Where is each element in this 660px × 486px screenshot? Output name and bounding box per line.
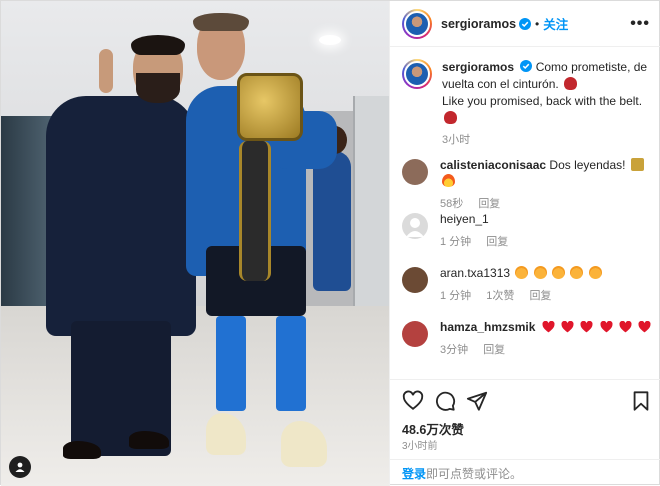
- right-shoe: [129, 431, 169, 449]
- door: [353, 96, 389, 331]
- bookmark-icon[interactable]: [630, 390, 652, 412]
- trophy-emoji-icon: [630, 158, 644, 171]
- championship-belt-plate: [237, 73, 303, 141]
- rose-emoji-icon: [444, 111, 457, 124]
- suit-man-beard: [136, 73, 180, 103]
- comment-icon[interactable]: [434, 390, 456, 412]
- commenter-username[interactable]: hamza_hmzsmik: [440, 320, 535, 334]
- comment-body: calisteniaconisaac Dos leyendas! 58秒 回复: [440, 157, 652, 212]
- red-heart-emoji-icon: [600, 321, 613, 333]
- user-tag-glyph: [15, 462, 25, 472]
- action-bar: [390, 379, 660, 419]
- comment-body: hamza_hmzsmik 3分钟 回复: [440, 319, 651, 358]
- rose-emoji-icon: [564, 77, 578, 90]
- raised-finger-hand: [99, 49, 113, 93]
- commenter-avatar[interactable]: [402, 159, 428, 185]
- verified-badge-icon: [519, 17, 532, 30]
- verified-badge-icon: [520, 60, 533, 72]
- suit-man-hair: [131, 35, 185, 55]
- comment-line: hamza_hmzsmik: [440, 319, 651, 335]
- footballer-hair: [193, 13, 249, 31]
- caption-line: sergioramos Como prometiste, de vuelta c…: [442, 59, 652, 93]
- more-options-icon[interactable]: •••: [630, 15, 650, 33]
- commenter-avatar[interactable]: [402, 321, 428, 347]
- login-prompt: 登录 即可点赞或评论。: [390, 459, 660, 486]
- share-icon[interactable]: [466, 390, 488, 412]
- reply-button[interactable]: 回复: [483, 344, 505, 356]
- star-struck-emoji-icon: [552, 266, 566, 279]
- comment-time[interactable]: 3分钟: [440, 344, 468, 356]
- comment-line: aran.txa1313: [440, 265, 602, 281]
- background-player: [313, 151, 351, 291]
- comment-likes[interactable]: 1次赞: [486, 290, 514, 302]
- star-struck-emoji-icon: [588, 266, 602, 279]
- comment-meta: 3分钟 回复: [440, 342, 651, 358]
- star-struck-emoji-icon: [515, 266, 529, 279]
- commenter-username[interactable]: heiyen_1: [440, 212, 489, 226]
- likes-count[interactable]: 48.6万次赞: [402, 419, 464, 438]
- commenter-username[interactable]: calisteniaconisaac: [440, 158, 546, 172]
- reply-button[interactable]: 回复: [529, 290, 551, 302]
- comment-item: aran.txa1313 1 分钟 1次赞 回复: [402, 265, 652, 304]
- comment-time[interactable]: 1 分钟: [440, 290, 471, 302]
- post-photo[interactable]: [1, 1, 389, 486]
- heart-icon[interactable]: [402, 390, 424, 412]
- red-heart-emoji-icon: [542, 321, 555, 333]
- default-avatar-icon: [406, 218, 424, 237]
- caption-time[interactable]: 3小时: [442, 132, 652, 149]
- commenter-username[interactable]: aran.txa1313: [440, 266, 510, 280]
- caption-english-line: Like you promised, back with the belt.: [442, 93, 652, 127]
- comment-time[interactable]: 1 分钟: [440, 236, 471, 248]
- caption-username[interactable]: sergioramos: [442, 60, 514, 74]
- login-link[interactable]: 登录: [402, 465, 426, 482]
- red-heart-emoji-icon: [638, 321, 651, 333]
- left-sock: [216, 316, 246, 411]
- caption-avatar[interactable]: [402, 59, 432, 89]
- comment-meta: 58秒 回复: [440, 196, 652, 212]
- commenter-avatar[interactable]: [402, 267, 428, 293]
- user-tag-icon[interactable]: [9, 456, 31, 478]
- red-heart-emoji-icon: [561, 321, 574, 333]
- red-heart-emoji-icon: [580, 321, 593, 333]
- post-time[interactable]: 3小时前: [402, 437, 438, 452]
- reply-button[interactable]: 回复: [478, 198, 500, 210]
- comment-line: calisteniaconisaac Dos leyendas!: [440, 157, 652, 189]
- author-username[interactable]: sergioramos: [441, 17, 516, 31]
- author-avatar[interactable]: [402, 8, 432, 39]
- comment-text: Dos leyendas!: [549, 158, 626, 172]
- comment-body: aran.txa1313 1 分钟 1次赞 回复: [440, 265, 602, 304]
- left-shoe: [63, 441, 101, 459]
- follow-button[interactable]: 关注: [543, 14, 568, 33]
- post-details-panel: sergioramos • 关注 ••• sergioramos Como pr…: [389, 1, 660, 486]
- caption-english: Like you promised, back with the belt.: [442, 94, 643, 108]
- header-separator: •: [535, 16, 540, 31]
- instagram-post: sergioramos • 关注 ••• sergioramos Como pr…: [0, 0, 660, 486]
- star-struck-emoji-icon: [533, 266, 547, 279]
- comment-item: hamza_hmzsmik 3分钟 回复: [402, 319, 652, 358]
- comment-time[interactable]: 58秒: [440, 198, 463, 210]
- belt-strap: [239, 141, 271, 281]
- login-suffix: 即可点赞或评论。: [426, 466, 523, 481]
- comment-body: heiyen_1 1 分钟 回复: [440, 211, 520, 250]
- fire-emoji-icon: [442, 174, 455, 187]
- man-in-suit: [46, 96, 196, 336]
- comment-item: heiyen_1 1 分钟 回复: [402, 211, 652, 250]
- comment-meta: 1 分钟 回复: [440, 234, 520, 250]
- comment-item: calisteniaconisaac Dos leyendas! 58秒 回复: [402, 157, 652, 212]
- reply-button[interactable]: 回复: [486, 236, 508, 248]
- post-header: sergioramos • 关注 •••: [390, 1, 660, 47]
- ceiling-light: [319, 35, 341, 45]
- right-sock: [276, 316, 306, 411]
- commenter-avatar[interactable]: [402, 213, 428, 239]
- star-struck-emoji-icon: [570, 266, 584, 279]
- comment-meta: 1 分钟 1次赞 回复: [440, 288, 602, 304]
- comment-line: heiyen_1: [440, 211, 520, 227]
- post-caption: sergioramos Como prometiste, de vuelta c…: [402, 59, 652, 149]
- caption-text-block: sergioramos Como prometiste, de vuelta c…: [442, 59, 652, 149]
- red-heart-emoji-icon: [619, 321, 632, 333]
